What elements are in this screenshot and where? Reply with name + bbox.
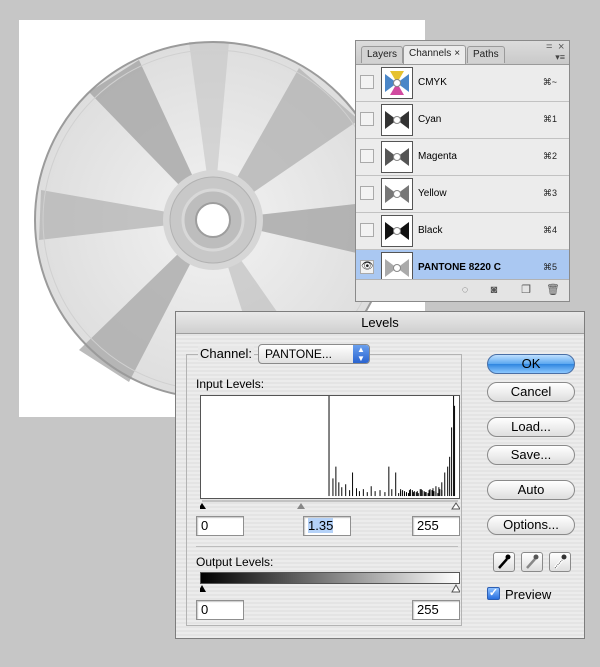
visibility-eye-icon[interactable] xyxy=(360,149,374,163)
options-button[interactable]: Options... xyxy=(487,515,575,535)
auto-button[interactable]: Auto xyxy=(487,480,575,500)
channel-shortcut: ⌘5 xyxy=(542,262,557,272)
gamma-handle[interactable] xyxy=(297,503,305,509)
field-value: 255 xyxy=(417,602,439,617)
field-value: 0 xyxy=(201,602,209,617)
channel-shortcut: ⌘1 xyxy=(542,114,557,124)
minimize-icon[interactable]: = xyxy=(546,41,552,53)
channel-shortcut: ⌘~ xyxy=(542,77,557,87)
tab-close-icon[interactable]: × xyxy=(454,48,460,59)
visibility-eye-icon[interactable] xyxy=(360,186,374,200)
channel-shortcut: ⌘4 xyxy=(542,225,557,235)
cancel-button[interactable]: Cancel xyxy=(487,382,575,402)
divider xyxy=(196,546,458,547)
tab-label: Channels xyxy=(409,48,452,59)
new-channel-icon[interactable]: ❐ xyxy=(519,283,533,297)
dialog-title: Levels xyxy=(176,312,584,334)
output-black-field[interactable]: 0 xyxy=(196,600,244,620)
panel-footer: ◌ ◙ ❐ 🗑 xyxy=(356,279,569,301)
preview-label: Preview xyxy=(505,587,552,602)
black-point-handle[interactable] xyxy=(200,503,206,509)
input-levels-label: Input Levels: xyxy=(196,377,265,391)
tab-layers[interactable]: Layers xyxy=(361,46,404,63)
dotted-circle-icon[interactable]: ◌ xyxy=(458,283,472,297)
channel-row[interactable]: Magenta ⌘2 xyxy=(356,139,569,176)
channels-panel: Layers Channels × Paths = × ▾≡ CMYK ⌘~ Cyan… xyxy=(355,40,570,302)
channel-row[interactable]: CMYK ⌘~ xyxy=(356,65,569,102)
channel-name: Black xyxy=(418,225,443,236)
output-black-handle[interactable] xyxy=(200,585,206,592)
visibility-eye-icon[interactable] xyxy=(360,223,374,237)
visibility-eye-icon[interactable] xyxy=(360,75,374,89)
input-levels-slider[interactable] xyxy=(200,499,460,511)
ok-button[interactable]: OK xyxy=(487,354,575,374)
field-value: 1.35 xyxy=(308,518,334,533)
input-white-field[interactable]: 255 xyxy=(412,516,460,536)
preview-checkbox[interactable]: ✓ xyxy=(487,587,500,600)
input-gamma-field[interactable]: 1.35 xyxy=(303,516,351,536)
field-value: 255 xyxy=(417,518,439,533)
channel-thumbnail xyxy=(381,104,413,136)
channel-shortcut: ⌘2 xyxy=(542,151,557,161)
channel-name: Cyan xyxy=(418,114,442,125)
load-button[interactable]: Load... xyxy=(487,417,575,437)
mask-icon[interactable]: ◙ xyxy=(487,283,501,297)
channel-thumbnail xyxy=(381,67,413,99)
output-white-field[interactable]: 255 xyxy=(412,600,460,620)
panel-menu-icon[interactable]: ▾≡ xyxy=(555,52,565,63)
gray-eyedropper-icon[interactable] xyxy=(521,552,543,572)
levels-dialog: Levels Channel: PANTONE... ▲ ▼ Input Leve… xyxy=(175,311,585,639)
black-eyedropper-icon[interactable] xyxy=(493,552,515,572)
field-value: 0 xyxy=(201,518,209,533)
visibility-eye-icon[interactable]: 👁 xyxy=(360,260,374,274)
save-button[interactable]: Save... xyxy=(487,445,575,465)
tab-label: Paths xyxy=(473,49,499,60)
channel-row[interactable]: Black ⌘4 xyxy=(356,213,569,250)
tab-channels[interactable]: Channels × xyxy=(403,45,467,64)
panel-tab-bar: Layers Channels × Paths = × ▾≡ xyxy=(356,41,569,65)
channel-shortcut: ⌘3 xyxy=(542,188,557,198)
visibility-eye-icon[interactable] xyxy=(360,112,374,126)
channel-select-value: PANTONE... xyxy=(265,347,332,361)
channel-thumbnail xyxy=(381,141,413,173)
channel-name: CMYK xyxy=(418,77,447,88)
channel-row[interactable]: Cyan ⌘1 xyxy=(356,102,569,139)
tab-paths[interactable]: Paths xyxy=(467,46,505,63)
chevron-updown-icon: ▲ ▼ xyxy=(353,345,369,363)
channel-name: Magenta xyxy=(418,151,457,162)
channel-label: Channel: xyxy=(198,346,255,361)
channel-name: PANTONE 8220 C xyxy=(418,262,501,273)
channel-name: Yellow xyxy=(418,188,447,199)
output-levels-label: Output Levels: xyxy=(196,555,274,569)
channel-thumbnail xyxy=(381,178,413,210)
white-eyedropper-icon[interactable] xyxy=(549,552,571,572)
output-levels-slider[interactable] xyxy=(200,584,460,594)
channel-row[interactable]: Yellow ⌘3 xyxy=(356,176,569,213)
output-white-handle[interactable] xyxy=(451,584,460,593)
input-black-field[interactable]: 0 xyxy=(196,516,244,536)
white-point-handle[interactable] xyxy=(451,502,460,510)
tab-label: Layers xyxy=(367,49,398,60)
channel-select[interactable]: PANTONE... ▲ ▼ xyxy=(258,344,370,364)
channel-thumbnail xyxy=(381,215,413,247)
trash-icon[interactable]: 🗑 xyxy=(546,283,560,297)
output-gradient xyxy=(200,572,460,584)
histogram xyxy=(200,395,460,499)
